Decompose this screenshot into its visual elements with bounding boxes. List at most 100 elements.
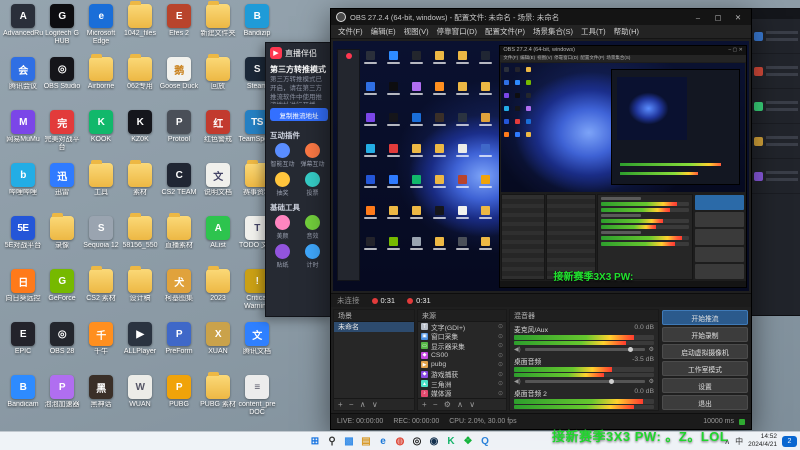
visibility-icon[interactable]: ⊙ — [498, 352, 503, 359]
desktop-icon[interactable]: W WUAN — [121, 375, 159, 426]
desktop-icon[interactable]: 红红色警戒 — [199, 110, 237, 161]
volume-slider[interactable] — [524, 378, 645, 384]
desktop-icon[interactable]: 千千牛 — [82, 322, 120, 373]
desktop-icon[interactable]: 鹅 Goose Duck — [160, 57, 198, 108]
list-item[interactable] — [751, 54, 800, 89]
control-button[interactable]: 开始推流 — [662, 310, 748, 325]
control-button[interactable]: 启动虚拟摄像机 — [662, 344, 748, 359]
desktop-icon[interactable]: 黑黑神话 — [82, 375, 120, 426]
desktop-icon[interactable]: G GeForce — [43, 269, 81, 320]
minimize-button[interactable]: – — [690, 11, 706, 23]
volume-slider[interactable] — [524, 346, 645, 352]
visibility-icon[interactable]: ⊙ — [498, 323, 503, 330]
desktop-icon[interactable]: 2023 — [199, 266, 237, 320]
desktop-icon[interactable]: ◎ OBS 28 — [43, 322, 81, 373]
desktop-icon[interactable]: 迅迅雷 — [43, 163, 81, 214]
source-item[interactable]: ▶ pubg ⊙ — [418, 360, 506, 370]
desktop-icon[interactable]: 设计稿 — [121, 266, 159, 320]
obs-preview-canvas[interactable]: OBS 27.2.4 (64-bit, windows) – ▢ ✕ 文件(F)… — [333, 41, 749, 291]
desktop-icon[interactable]: 日向日葵远控 — [4, 269, 42, 320]
control-button[interactable]: 开始录制 — [662, 327, 748, 342]
control-button[interactable]: 工作室模式 — [662, 361, 748, 376]
desktop-icon[interactable]: E Efes 2 — [160, 4, 198, 55]
copy-stream-url-button[interactable]: 复制推流地址 — [270, 108, 328, 121]
settings-icon[interactable]: ⚙ — [649, 346, 654, 353]
source-item[interactable]: ◆ 游戏捕获 ⊙ — [418, 370, 506, 379]
desktop-icon[interactable]: P Protool — [160, 110, 198, 161]
desktop-icon[interactable]: ◎ OBS Studio — [43, 57, 81, 108]
desktop-icon[interactable]: A AList — [199, 216, 237, 267]
wechat-icon[interactable]: ❖ — [461, 434, 476, 449]
tool-item[interactable]: 计时 — [300, 244, 325, 269]
desktop-icon[interactable]: e Microsoft Edge — [82, 4, 120, 55]
desktop-icon[interactable]: 犬柯基图集 — [160, 269, 198, 320]
desktop-icon[interactable]: A AdvancedRun — [3, 4, 43, 55]
visibility-icon[interactable]: ⊙ — [498, 380, 503, 387]
source-item[interactable]: ♪ 媒体源 ⊙ — [418, 389, 506, 398]
tool-item[interactable]: 贴纸 — [270, 244, 295, 269]
desktop-icon[interactable]: 会腾讯会议 — [4, 57, 42, 108]
speaker-icon[interactable]: ◀) — [514, 346, 521, 353]
kook-icon[interactable]: K — [444, 434, 459, 449]
menu-item[interactable]: 文件(F) — [334, 26, 367, 37]
visibility-icon[interactable]: ⊙ — [498, 333, 503, 340]
control-button[interactable]: 设置 — [662, 378, 748, 393]
menu-item[interactable]: 配置文件(P) — [481, 26, 529, 37]
search-icon[interactable]: ⚲ — [325, 434, 340, 449]
notification-badge[interactable]: 2 — [782, 435, 797, 447]
desktop-icon[interactable]: 完完美对战平台 — [43, 110, 81, 161]
qq-icon[interactable]: Q — [478, 434, 493, 449]
desktop-icon[interactable]: 58156_550 — [121, 213, 159, 267]
maximize-button[interactable]: ▢ — [710, 11, 726, 23]
desktop-icon[interactable]: 062专用 — [121, 54, 159, 108]
menu-item[interactable]: 视图(V) — [400, 26, 433, 37]
desktop-icon[interactable]: 工具 — [82, 160, 120, 214]
menu-item[interactable]: 帮助(H) — [610, 26, 643, 37]
widgets-icon[interactable]: ▩ — [342, 434, 357, 449]
start-icon[interactable]: ⊞ — [308, 434, 323, 449]
desktop-icon[interactable]: B Bandicam — [4, 375, 42, 426]
scenes-toolbar[interactable]: + − ∧ ∨ — [334, 398, 414, 410]
desktop-icon[interactable]: 回放 — [199, 54, 237, 108]
desktop-icon[interactable]: P PreForm — [160, 322, 198, 373]
slider-knob[interactable] — [627, 346, 633, 352]
tool-item[interactable]: 智能互动 — [270, 143, 295, 168]
close-button[interactable]: ✕ — [730, 11, 746, 23]
clock[interactable]: 14:52 2024/4/21 — [748, 433, 777, 449]
desktop-icon[interactable]: PUBG 素材 — [199, 372, 237, 426]
desktop-icon[interactable]: K KOOK — [82, 110, 120, 161]
source-item[interactable]: ▣ 窗口采集 ⊙ — [418, 332, 506, 341]
desktop-icon[interactable]: 文腾讯文档 — [238, 322, 276, 373]
desktop-icon[interactable]: ▶ ALLPlayer — [121, 322, 159, 373]
menu-item[interactable]: 编辑(E) — [367, 26, 400, 37]
desktop-icon[interactable]: P PUBG — [160, 375, 198, 426]
desktop-icon[interactable]: ≡ content_pre DOC — [238, 375, 276, 426]
menu-item[interactable]: 工具(T) — [577, 26, 610, 37]
desktop-icon[interactable]: E EPIC — [4, 322, 42, 373]
menu-item[interactable]: 场景集合(S) — [529, 26, 577, 37]
desktop-icon[interactable]: K KZ0K — [121, 110, 159, 161]
list-item[interactable] — [751, 89, 800, 124]
menu-item[interactable]: 停靠窗口(D) — [433, 26, 481, 37]
scene-item[interactable]: 未命名 — [334, 322, 414, 332]
control-button[interactable]: 退出 — [662, 395, 748, 410]
visibility-icon[interactable]: ⊙ — [498, 390, 503, 397]
desktop-icon[interactable]: 素材 — [121, 160, 159, 214]
desktop-icon[interactable]: CS2 素材 — [82, 266, 120, 320]
source-item[interactable]: ◆ CS00 ⊙ — [418, 351, 506, 361]
source-item[interactable]: ▭ 显示器采集 ⊙ — [418, 341, 506, 351]
desktop-icon[interactable]: 文说明文档 — [199, 163, 237, 214]
desktop-icon[interactable]: Airborne — [82, 54, 120, 108]
desktop-icon[interactable]: G Logitech G HUB — [43, 4, 81, 55]
desktop-icon[interactable]: 1042_files — [121, 1, 159, 55]
steam-icon[interactable]: ◉ — [427, 434, 442, 449]
visibility-icon[interactable]: ⊙ — [498, 342, 503, 349]
list-item[interactable] — [751, 19, 800, 54]
desktop-icon[interactable]: X XUAN — [199, 322, 237, 373]
desktop-icon[interactable]: 直播素材 — [160, 213, 198, 267]
obs-titlebar[interactable]: OBS 27.2.4 (64-bit, windows) - 配置文件: 未命名… — [331, 9, 751, 25]
desktop-icon[interactable]: b 哔哩哔哩 — [4, 163, 42, 214]
tool-item[interactable]: 投票 — [300, 172, 325, 197]
obs-icon[interactable]: ◎ — [410, 434, 425, 449]
source-item[interactable]: T 文字(GDI+) ⊙ — [418, 322, 506, 332]
